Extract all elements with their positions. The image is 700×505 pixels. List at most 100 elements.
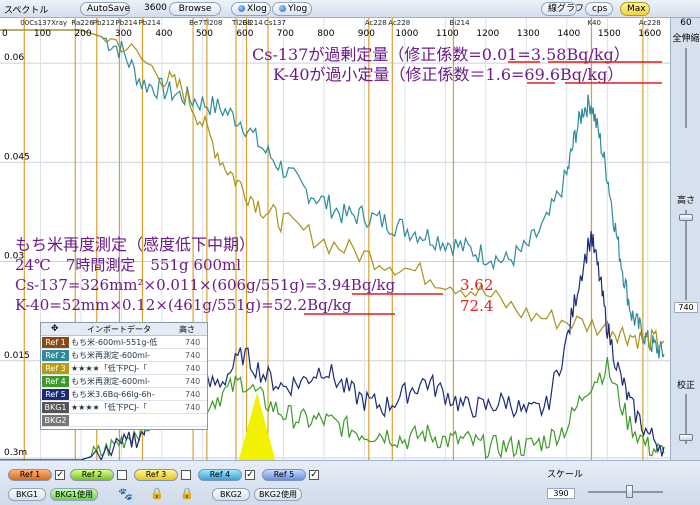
lock-icon-2[interactable]: 🔒 <box>180 487 194 500</box>
legend-ref-badge[interactable]: Ref 4 <box>42 376 69 387</box>
xlog-label: Xlog <box>247 4 267 14</box>
bkg1-button[interactable]: BKG1 <box>8 488 46 501</box>
autosave-button[interactable]: AutoSave <box>80 2 130 16</box>
bkg2-button[interactable]: BKG2 <box>212 488 250 501</box>
zenshuku-label: 全伸縮 <box>672 34 700 44</box>
ref5-checkbox[interactable]: ✓ <box>309 470 319 480</box>
x-tick-label: 900 <box>358 29 375 39</box>
ref5-toggle[interactable]: Ref 5 <box>262 469 306 481</box>
x-tick-label: 400 <box>155 29 172 39</box>
legend-row[interactable]: BKG1 ★★★★「低下PCJ-「 740 <box>41 401 207 414</box>
annotation-conditions: 24℃ 7時間測定 551g 600ml <box>15 256 241 274</box>
cps-button[interactable]: cps <box>585 2 613 16</box>
y-tick-label: 0.06 <box>4 53 24 63</box>
y-tick-label: 0.045 <box>4 152 30 162</box>
peak-label: Cs137 <box>264 19 286 27</box>
height-value[interactable]: 740 <box>674 302 698 313</box>
height-slider-knob[interactable] <box>679 214 693 221</box>
xlog-button[interactable]: Xlog <box>231 2 271 16</box>
legend-row-name: もち米-600ml-551g-低 <box>71 338 158 347</box>
toolbar: スペクトル AutoSave 3600 Browse Xlog Ylog 線グラ… <box>0 0 700 18</box>
peak-label: Pb214 <box>115 19 138 27</box>
scale-label: スケール <box>547 470 584 480</box>
ref2-toggle[interactable]: Ref 2 <box>70 469 114 481</box>
x-tick-label: 1400 <box>557 29 580 39</box>
peak-label: Bi214 <box>449 19 470 27</box>
legend-row-name: もち米再測定-600ml- <box>71 377 151 386</box>
lock-icon[interactable]: 🔒 <box>150 487 164 500</box>
ref3-toggle[interactable]: Ref 3 <box>134 469 178 481</box>
paw-icon[interactable]: 🐾 <box>118 487 133 501</box>
ylog-label: Ylog <box>288 4 308 14</box>
ylog-radio-icon <box>279 5 286 12</box>
legend-row-name: ★★★★「低下PCJ-「 <box>71 364 148 373</box>
browse-button[interactable]: Browse <box>169 2 221 16</box>
ref4-checkbox[interactable]: ✓ <box>245 470 255 480</box>
import-data-legend: ✥ インポートデータ 高さ Ref 1 もち米-600ml-551g-低 740 Re… <box>40 322 208 430</box>
ref4-toggle[interactable]: Ref 4 <box>198 469 242 481</box>
ref1-toggle[interactable]: Ref 1 <box>8 469 52 481</box>
legend-row[interactable]: Ref 1 もち米-600ml-551g-低 740 <box>41 336 207 349</box>
peak-label: Ac228 <box>639 19 661 27</box>
legend-row-name: もち米3.6Bq-66lg-6h- <box>71 390 155 399</box>
top-value: 60 <box>680 18 692 28</box>
peak-label: Bi214 <box>243 19 264 27</box>
x-tick-label: 1000 <box>395 29 418 39</box>
legend-ref-badge[interactable]: Ref 3 <box>42 363 69 374</box>
peak-label: Ac228 <box>388 19 410 27</box>
peak-label: Ra226 <box>71 19 94 27</box>
peak-label: 00Cs137Xray <box>20 19 67 27</box>
max-button[interactable]: Max <box>620 2 650 16</box>
x-tick-label: 1200 <box>476 29 499 39</box>
line-graph-button[interactable]: 線グラフ <box>541 2 584 16</box>
legend-ref-badge[interactable]: Ref 1 <box>42 337 69 348</box>
scale-slider-knob[interactable] <box>626 485 633 498</box>
legend-row[interactable]: Ref 3 ★★★★「低下PCJ-「 740 <box>41 362 207 375</box>
scale-value[interactable]: 390 <box>547 488 575 499</box>
height-slider-track[interactable] <box>685 210 687 300</box>
x-tick-label: 100 <box>34 29 51 39</box>
legend-ref-badge[interactable]: BKG1 <box>42 402 69 413</box>
ref1-checkbox[interactable]: ✓ <box>55 470 65 480</box>
legend-row-value: 740 <box>185 351 201 360</box>
legend-ref-badge[interactable]: Ref 2 <box>42 350 69 361</box>
calibration-slider-knob[interactable] <box>679 434 693 441</box>
autosave-value: 3600 <box>144 3 167 13</box>
x-tick-label: 1500 <box>598 29 621 39</box>
annotation-k40-under: K-40が過小定量（修正係数＝1.6=69.6Bq/kg） <box>273 65 623 84</box>
ref2-checkbox[interactable] <box>117 470 127 480</box>
legend-row[interactable]: Ref 2 もち米再測定-600ml- 740 <box>41 349 207 362</box>
legend-header-name: インポートデータ <box>87 325 151 334</box>
bkg2-use-button[interactable]: BKG2使用 <box>254 488 302 501</box>
ref3-checkbox[interactable] <box>181 470 191 480</box>
peak-label: Pb212 <box>93 19 115 27</box>
move-icon[interactable]: ✥ <box>51 324 59 334</box>
legend-row-name: ★★★★「低下PCJ-「 <box>71 403 148 412</box>
legend-ref-badge[interactable]: BKG2 <box>42 415 69 426</box>
right-panel: 60 全伸縮 高さ 740 校正 630 <box>670 18 700 473</box>
x-tick-label: 1100 <box>436 29 459 39</box>
legend-header-value: 高さ <box>179 325 195 334</box>
x-tick-label: 300 <box>115 29 132 39</box>
legend-row[interactable]: Ref 5 もち米3.6Bq-66lg-6h- 740 <box>41 388 207 401</box>
legend-row[interactable]: Ref 4 もち米再測定-600ml- 740 <box>41 375 207 388</box>
x-tick-label: 200 <box>74 29 91 39</box>
bkg1-use-button[interactable]: BKG1使用 <box>50 488 98 501</box>
annotation-red-k: 72.4 <box>460 297 493 315</box>
zoom-slider-track[interactable] <box>685 48 687 128</box>
bottom-bar: Ref 1 ✓ Ref 2 Ref 3 Ref 4 ✓ Ref 5 ✓ BKG1… <box>0 460 700 505</box>
x-tick-label: 1300 <box>517 29 540 39</box>
legend-ref-badge[interactable]: Ref 5 <box>42 389 69 400</box>
legend-row-value: 740 <box>185 377 201 386</box>
legend-row[interactable]: BKG2 <box>41 414 207 427</box>
xlog-radio-icon <box>238 5 245 12</box>
x-tick-label: 700 <box>277 29 294 39</box>
x-tick-label: 500 <box>196 29 213 39</box>
calibration-label: 校正 <box>676 381 695 391</box>
x-tick-label: 600 <box>236 29 253 39</box>
ylog-button[interactable]: Ylog <box>272 2 312 16</box>
height-label: 高さ <box>676 196 695 206</box>
peak-label: Tl208 <box>202 19 223 27</box>
annotation-title: もち米再度測定（感度低下中期） <box>15 235 255 254</box>
legend-header: ✥ インポートデータ 高さ <box>41 323 207 336</box>
